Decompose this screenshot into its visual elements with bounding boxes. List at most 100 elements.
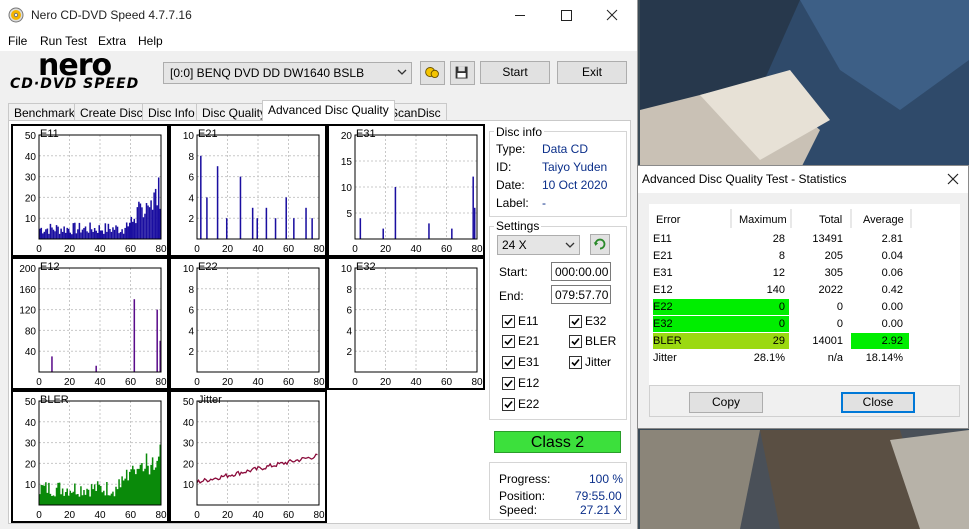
- settings-title: Settings: [494, 219, 542, 233]
- data-bar: [141, 207, 143, 239]
- x-tick-label: 40: [410, 377, 422, 388]
- x-tick-label: 80: [313, 377, 325, 388]
- data-bar: [80, 232, 82, 239]
- y-tick-label: 40: [25, 152, 37, 163]
- data-bar: [110, 231, 113, 239]
- checkbox-jitter[interactable]: [569, 356, 582, 369]
- tab-create-disc[interactable]: Create Disc: [74, 103, 149, 121]
- progress-value: 100 %: [589, 472, 624, 486]
- chart-name: E12: [40, 261, 60, 273]
- y-tick-label: 8: [188, 152, 194, 163]
- data-bar: [394, 187, 397, 239]
- data-bar: [133, 218, 136, 239]
- speed-label: Speed:: [499, 503, 538, 517]
- start-button[interactable]: Start: [480, 61, 550, 84]
- cell-average: 0.06: [881, 267, 903, 279]
- chart-svg: 10 20 30 40 50 0 20 40 60 80 E11: [25, 128, 167, 255]
- chevron-down-icon: [565, 242, 575, 248]
- y-tick-label: 15: [341, 157, 353, 168]
- cell-maximum: 0: [778, 301, 785, 313]
- x-tick-label: 20: [64, 510, 76, 521]
- x-tick-label: 80: [155, 244, 167, 255]
- charts-area: 10 20 30 40 50 0 20 40 60 80 E11 2 4 6 8 10 0 20 40 60 80 E2…: [11, 124, 485, 523]
- save-button[interactable]: [450, 61, 475, 85]
- floppy-disk-icon: [455, 66, 468, 79]
- checkbox-bler[interactable]: [569, 335, 582, 348]
- data-bar: [106, 231, 108, 239]
- disc-class-badge: Class 2: [494, 431, 621, 453]
- chart-svg: 5 10 15 20 0 20 40 60 80 E31: [341, 128, 483, 255]
- tab-disc-quality[interactable]: Disc Quality: [196, 103, 273, 121]
- y-tick-label: 6: [188, 173, 194, 184]
- checkbox-e32[interactable]: [569, 315, 582, 328]
- end-time-field[interactable]: 079:57.70: [551, 285, 611, 304]
- data-bar: [148, 207, 151, 239]
- y-tick-label: 6: [346, 306, 352, 317]
- data-bar: [95, 365, 97, 372]
- x-tick-label: 0: [36, 510, 42, 521]
- drive-select[interactable]: [0:0] BENQ DVD DD DW1640 BSLB: [163, 62, 412, 84]
- start-time-field[interactable]: 000:00.00: [551, 262, 611, 281]
- x-tick-label: 60: [441, 244, 453, 255]
- data-bar: [156, 309, 158, 372]
- maximize-icon[interactable]: [543, 0, 589, 31]
- checkbox-e11[interactable]: [502, 315, 515, 328]
- data-bar: [144, 213, 146, 239]
- data-bar: [69, 232, 72, 239]
- data-bar: [49, 223, 52, 239]
- x-tick-label: 0: [36, 377, 42, 388]
- speed-select-value: 24 X: [502, 238, 527, 252]
- minimize-icon[interactable]: [497, 0, 543, 31]
- x-tick-label: 40: [252, 510, 264, 521]
- close-icon[interactable]: [946, 172, 960, 186]
- x-tick-label: 40: [94, 377, 106, 388]
- exit-button[interactable]: Exit: [557, 61, 627, 84]
- checkbox-label-e21: E21: [518, 334, 540, 348]
- chart-e22: 2 4 6 8 10 0 20 40 60 80 E22: [169, 257, 327, 390]
- y-tick-label: 6: [188, 306, 194, 317]
- menu-help[interactable]: Help: [138, 34, 163, 48]
- checkbox-e22[interactable]: [502, 398, 515, 411]
- cell-total: 14001: [812, 335, 843, 347]
- data-bar: [46, 228, 49, 239]
- refresh-button[interactable]: [590, 234, 610, 255]
- title-bar: Nero CD-DVD Speed 4.7.7.16: [0, 0, 637, 31]
- close-button[interactable]: Close: [841, 392, 915, 413]
- checkmark-icon: [571, 358, 580, 367]
- x-tick-label: 40: [410, 244, 422, 255]
- close-icon[interactable]: [589, 0, 635, 31]
- disc-type-label: Type:: [496, 142, 526, 156]
- checkbox-e12[interactable]: [502, 377, 515, 390]
- data-bar: [156, 205, 158, 239]
- tab-disc-info[interactable]: Disc Info: [142, 103, 201, 121]
- data-bar: [72, 223, 75, 239]
- cell-average: 0.00: [881, 318, 903, 330]
- cell-maximum: 28.1%: [753, 352, 785, 364]
- checkmark-icon: [571, 317, 580, 326]
- chevron-down-icon: [397, 69, 407, 75]
- data-bar: [216, 166, 219, 239]
- menu-file[interactable]: File: [8, 34, 27, 48]
- menu-extra[interactable]: Extra: [98, 34, 126, 48]
- speed-select[interactable]: 24 X: [497, 235, 580, 255]
- y-tick-label: 8: [346, 285, 352, 296]
- copy-button[interactable]: Copy: [689, 392, 763, 413]
- x-tick-label: 60: [125, 510, 137, 521]
- checkmark-icon: [504, 400, 513, 409]
- x-tick-label: 40: [252, 377, 264, 388]
- data-bar: [127, 226, 129, 239]
- y-tick-label: 200: [19, 264, 36, 275]
- disc-info-button[interactable]: [420, 61, 445, 85]
- tab-advanced-disc-quality[interactable]: Advanced Disc Quality: [262, 100, 395, 121]
- data-bar: [122, 233, 125, 239]
- menu-run-test[interactable]: Run Test: [40, 34, 87, 48]
- tab-benchmark[interactable]: Benchmark: [8, 103, 81, 121]
- data-bar: [77, 229, 79, 239]
- checkbox-e21[interactable]: [502, 335, 515, 348]
- x-tick-label: 60: [125, 377, 137, 388]
- x-tick-label: 40: [94, 510, 106, 521]
- cd-dvd-speed-logo: CD·DVD SPEED: [10, 76, 140, 92]
- checkbox-e31[interactable]: [502, 356, 515, 369]
- disc-id-value: Taiyo Yuden: [542, 160, 608, 174]
- data-bar: [124, 227, 126, 239]
